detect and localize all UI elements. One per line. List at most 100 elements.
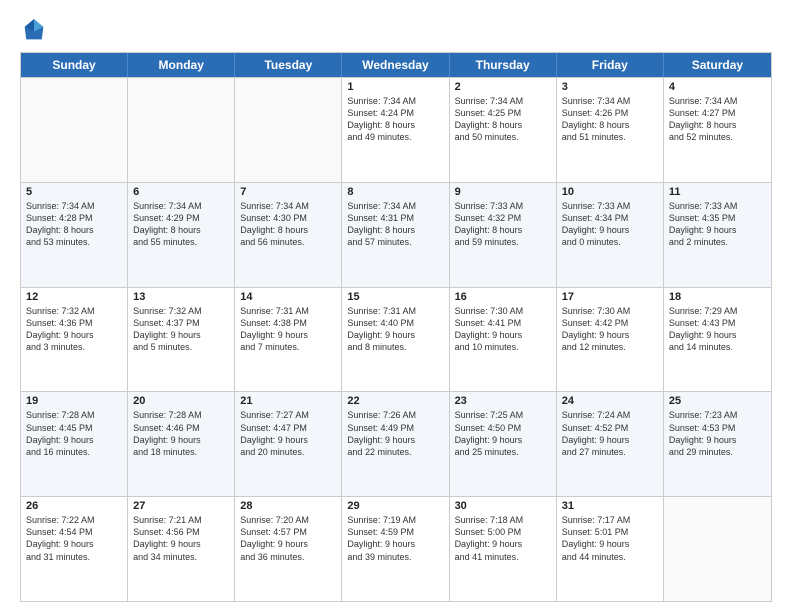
cal-cell-19: 19 Sunrise: 7:28 AM Sunset: 4:45 PM Dayli… [21,392,128,496]
day-number: 1 [347,81,443,93]
day-number: 27 [133,500,229,512]
cell-details: Sunrise: 7:21 AM Sunset: 4:56 PM Dayligh… [133,514,229,563]
cell-details: Sunrise: 7:20 AM Sunset: 4:57 PM Dayligh… [240,514,336,563]
cell-details: Sunrise: 7:33 AM Sunset: 4:32 PM Dayligh… [455,200,551,249]
calendar-body: 1 Sunrise: 7:34 AM Sunset: 4:24 PM Daylig… [21,77,771,601]
cell-details: Sunrise: 7:34 AM Sunset: 4:27 PM Dayligh… [669,95,766,144]
cell-details: Sunrise: 7:22 AM Sunset: 4:54 PM Dayligh… [26,514,122,563]
cell-details: Sunrise: 7:33 AM Sunset: 4:35 PM Dayligh… [669,200,766,249]
cell-details: Sunrise: 7:34 AM Sunset: 4:30 PM Dayligh… [240,200,336,249]
cell-details: Sunrise: 7:34 AM Sunset: 4:29 PM Dayligh… [133,200,229,249]
cal-cell-25: 25 Sunrise: 7:23 AM Sunset: 4:53 PM Dayli… [664,392,771,496]
cell-details: Sunrise: 7:32 AM Sunset: 4:37 PM Dayligh… [133,305,229,354]
day-number: 20 [133,395,229,407]
day-number: 21 [240,395,336,407]
cal-cell-16: 16Sunrise: 7:30 AM Sunset: 4:41 PM Dayli… [450,288,557,392]
cal-cell-4: 4Sunrise: 7:34 AM Sunset: 4:27 PM Daylig… [664,78,771,182]
header-day-thursday: Thursday [450,53,557,77]
day-number: 5 [26,186,122,198]
day-number: 9 [455,186,551,198]
cal-cell-empty-4-6 [664,497,771,601]
cal-cell-18: 18Sunrise: 7:29 AM Sunset: 4:43 PM Dayli… [664,288,771,392]
day-number: 12 [26,291,122,303]
cal-cell-17: 17 Sunrise: 7:30 AM Sunset: 4:42 PM Dayli… [557,288,664,392]
day-number: 7 [240,186,336,198]
cell-details: Sunrise: 7:34 AM Sunset: 4:26 PM Dayligh… [562,95,658,144]
calendar-header: SundayMondayTuesdayWednesdayThursdayFrid… [21,53,771,77]
cell-details: Sunrise: 7:34 AM Sunset: 4:28 PM Dayligh… [26,200,122,249]
day-number: 16 [455,291,551,303]
day-number: 15 [347,291,443,303]
day-number: 2 [455,81,551,93]
cell-details: Sunrise: 7:31 AM Sunset: 4:40 PM Dayligh… [347,305,443,354]
cell-details: Sunrise: 7:19 AM Sunset: 4:59 PM Dayligh… [347,514,443,563]
cell-details: Sunrise: 7:34 AM Sunset: 4:31 PM Dayligh… [347,200,443,249]
cal-cell-23: 23 Sunrise: 7:25 AM Sunset: 4:50 PM Dayli… [450,392,557,496]
day-number: 23 [455,395,551,407]
cal-cell-3: 3 Sunrise: 7:34 AM Sunset: 4:26 PM Daylig… [557,78,664,182]
cell-details: Sunrise: 7:32 AM Sunset: 4:36 PM Dayligh… [26,305,122,354]
cell-details: Sunrise: 7:30 AM Sunset: 4:42 PM Dayligh… [562,305,658,354]
cell-details: Sunrise: 7:25 AM Sunset: 4:50 PM Dayligh… [455,409,551,458]
day-number: 6 [133,186,229,198]
cell-details: Sunrise: 7:27 AM Sunset: 4:47 PM Dayligh… [240,409,336,458]
cal-cell-empty-0-1 [128,78,235,182]
day-number: 26 [26,500,122,512]
cell-details: Sunrise: 7:18 AM Sunset: 5:00 PM Dayligh… [455,514,551,563]
cal-cell-15: 15 Sunrise: 7:31 AM Sunset: 4:40 PM Dayli… [342,288,449,392]
day-number: 24 [562,395,658,407]
cell-details: Sunrise: 7:34 AM Sunset: 4:24 PM Dayligh… [347,95,443,144]
calendar-row-3: 12 Sunrise: 7:32 AM Sunset: 4:36 PM Dayli… [21,287,771,392]
cal-cell-26: 26 Sunrise: 7:22 AM Sunset: 4:54 PM Dayli… [21,497,128,601]
header [20,16,772,44]
calendar-row-1: 1 Sunrise: 7:34 AM Sunset: 4:24 PM Daylig… [21,77,771,182]
cell-details: Sunrise: 7:33 AM Sunset: 4:34 PM Dayligh… [562,200,658,249]
cal-cell-31: 31Sunrise: 7:17 AM Sunset: 5:01 PM Dayli… [557,497,664,601]
header-day-wednesday: Wednesday [342,53,449,77]
calendar: SundayMondayTuesdayWednesdayThursdayFrid… [20,52,772,602]
day-number: 3 [562,81,658,93]
day-number: 28 [240,500,336,512]
cell-details: Sunrise: 7:34 AM Sunset: 4:25 PM Dayligh… [455,95,551,144]
header-day-monday: Monday [128,53,235,77]
cell-details: Sunrise: 7:31 AM Sunset: 4:38 PM Dayligh… [240,305,336,354]
cell-details: Sunrise: 7:28 AM Sunset: 4:45 PM Dayligh… [26,409,122,458]
day-number: 29 [347,500,443,512]
cell-details: Sunrise: 7:29 AM Sunset: 4:43 PM Dayligh… [669,305,766,354]
cal-cell-11: 11 Sunrise: 7:33 AM Sunset: 4:35 PM Dayli… [664,183,771,287]
cal-cell-empty-0-0 [21,78,128,182]
day-number: 25 [669,395,766,407]
cal-cell-8: 8Sunrise: 7:34 AM Sunset: 4:31 PM Daylig… [342,183,449,287]
header-day-sunday: Sunday [21,53,128,77]
cal-cell-21: 21 Sunrise: 7:27 AM Sunset: 4:47 PM Dayli… [235,392,342,496]
cal-cell-5: 5 Sunrise: 7:34 AM Sunset: 4:28 PM Daylig… [21,183,128,287]
cal-cell-6: 6 Sunrise: 7:34 AM Sunset: 4:29 PM Daylig… [128,183,235,287]
cell-details: Sunrise: 7:26 AM Sunset: 4:49 PM Dayligh… [347,409,443,458]
day-number: 10 [562,186,658,198]
cal-cell-12: 12 Sunrise: 7:32 AM Sunset: 4:36 PM Dayli… [21,288,128,392]
cal-cell-28: 28 Sunrise: 7:20 AM Sunset: 4:57 PM Dayli… [235,497,342,601]
header-day-saturday: Saturday [664,53,771,77]
cal-cell-20: 20 Sunrise: 7:28 AM Sunset: 4:46 PM Dayli… [128,392,235,496]
cal-cell-22: 22Sunrise: 7:26 AM Sunset: 4:49 PM Dayli… [342,392,449,496]
calendar-row-4: 19 Sunrise: 7:28 AM Sunset: 4:45 PM Dayli… [21,391,771,496]
day-number: 13 [133,291,229,303]
cell-details: Sunrise: 7:24 AM Sunset: 4:52 PM Dayligh… [562,409,658,458]
calendar-row-2: 5 Sunrise: 7:34 AM Sunset: 4:28 PM Daylig… [21,182,771,287]
day-number: 19 [26,395,122,407]
day-number: 14 [240,291,336,303]
cal-cell-1: 1 Sunrise: 7:34 AM Sunset: 4:24 PM Daylig… [342,78,449,182]
cell-details: Sunrise: 7:28 AM Sunset: 4:46 PM Dayligh… [133,409,229,458]
cal-cell-30: 30 Sunrise: 7:18 AM Sunset: 5:00 PM Dayli… [450,497,557,601]
day-number: 30 [455,500,551,512]
cal-cell-24: 24 Sunrise: 7:24 AM Sunset: 4:52 PM Dayli… [557,392,664,496]
cell-details: Sunrise: 7:23 AM Sunset: 4:53 PM Dayligh… [669,409,766,458]
cal-cell-29: 29 Sunrise: 7:19 AM Sunset: 4:59 PM Dayli… [342,497,449,601]
logo-icon [20,16,48,44]
day-number: 11 [669,186,766,198]
cal-cell-empty-0-2 [235,78,342,182]
logo [20,16,52,44]
page: SundayMondayTuesdayWednesdayThursdayFrid… [0,0,792,612]
day-number: 17 [562,291,658,303]
cal-cell-7: 7 Sunrise: 7:34 AM Sunset: 4:30 PM Daylig… [235,183,342,287]
